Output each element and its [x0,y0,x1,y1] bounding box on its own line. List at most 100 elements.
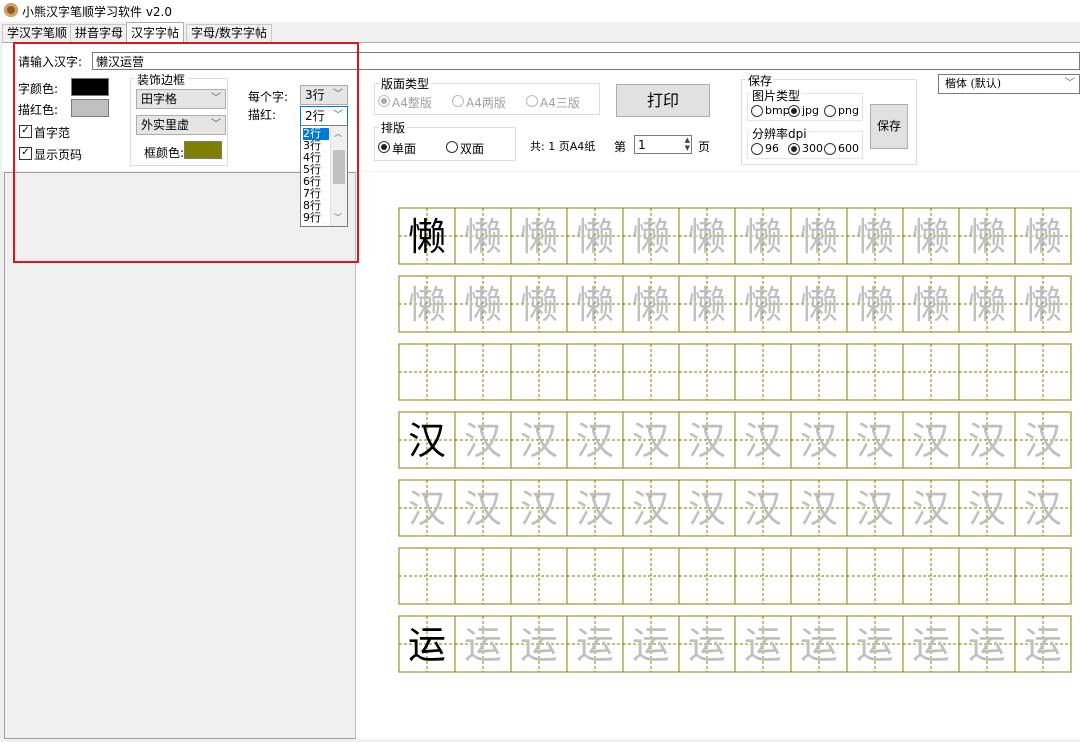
trace-character: 懒 [464,283,502,327]
layout-a4-two-label: A4两版 [466,96,506,110]
trace-character: 懒 [856,215,894,259]
chevron-down-icon: ﹀ [1065,78,1075,89]
trace-character: 懒 [632,215,670,259]
trace-character: 懒 [1024,283,1062,327]
app-bear-icon [4,3,18,17]
model-character: 懒 [408,215,446,259]
print-button[interactable]: 打印 [616,84,710,117]
trace-character: 运 [688,623,726,667]
image-type-png-radio[interactable] [824,105,836,117]
trace-character: 汉 [856,419,894,463]
image-type-jpg-radio[interactable] [788,105,800,117]
trace-character: 懒 [576,215,614,259]
trace-character: 懒 [744,283,782,327]
highlight-annotation [13,42,359,263]
trace-character: 懒 [520,283,558,327]
image-type-bmp-label: bmp [765,104,790,117]
layout-a4-three-radio[interactable] [526,95,538,107]
dpi-96-radio[interactable] [751,143,763,155]
trace-character: 懒 [912,215,950,259]
trace-character: 懒 [464,215,502,259]
trace-character: 懒 [408,283,446,327]
layout-a4-two-radio[interactable] [452,95,464,107]
trace-character: 汉 [408,487,446,531]
trace-character: 运 [576,623,614,667]
trace-character: 汉 [968,487,1006,531]
trace-character: 汉 [576,487,614,531]
trace-character: 懒 [632,283,670,327]
trace-character: 汉 [632,419,670,463]
trace-character: 懒 [688,283,726,327]
trace-character: 汉 [688,419,726,463]
model-character: 运 [408,623,446,667]
image-type-jpg-label: jpg [802,104,820,117]
trace-character: 汉 [800,419,838,463]
trace-character: 运 [856,623,894,667]
trace-character: 汉 [464,419,502,463]
image-type-title: 图片类型 [750,87,803,104]
worksheet-pane: 懒懒懒懒懒懒懒懒懒懒懒懒懒懒懒懒懒懒懒懒懒懒懒懒汉汉汉汉汉汉汉汉汉汉汉汉汉汉汉汉… [356,172,1080,739]
worksheet-grid: 懒懒懒懒懒懒懒懒懒懒懒懒懒懒懒懒懒懒懒懒懒懒懒懒汉汉汉汉汉汉汉汉汉汉汉汉汉汉汉汉… [398,207,1072,673]
layout-a4-three-label: A4三版 [540,96,580,110]
layout-a4-full-label: A4整版 [392,96,432,110]
trace-character: 懒 [1024,215,1062,259]
double-side-radio[interactable] [446,141,458,153]
trace-character: 汉 [520,419,558,463]
dpi-title: 分辨率dpi [750,125,809,142]
page-total: 共: 1 页A4纸 [530,140,596,153]
page-number-value: 1 [638,138,646,152]
font-select[interactable]: 楷体 (默认) ﹀ [938,74,1080,94]
trace-character: 汉 [856,487,894,531]
trace-character: 懒 [800,215,838,259]
trace-character: 懒 [856,283,894,327]
trace-character: 运 [1024,623,1062,667]
trace-character: 汉 [744,487,782,531]
trace-character: 汉 [1024,419,1062,463]
single-side-label: 单面 [392,142,417,156]
trace-character: 运 [912,623,950,667]
dpi-300-radio[interactable] [788,143,800,155]
trace-character: 懒 [744,215,782,259]
double-side-label: 双面 [460,142,485,156]
save-button[interactable]: 保存 [870,104,908,149]
imposition-title: 排版 [379,119,408,136]
layout-type-title: 版面类型 [379,75,432,92]
trace-character: 汉 [912,419,950,463]
trace-character: 运 [968,623,1006,667]
title-bar: 小熊汉字笔顺学习软件 v2.0 [0,0,1080,22]
trace-character: 汉 [464,487,502,531]
single-side-radio[interactable] [378,141,390,153]
page-prefix: 第 [614,140,627,154]
model-character: 汉 [408,419,446,463]
trace-character: 懒 [576,283,614,327]
trace-character: 懒 [520,215,558,259]
dpi-300-label: 300 [802,142,823,155]
page-suffix: 页 [698,140,711,154]
dpi-600-radio[interactable] [824,143,836,155]
trace-character: 懒 [800,283,838,327]
dpi-96-label: 96 [765,142,779,155]
image-type-png-label: png [838,104,859,117]
tab-hanzi-copybook[interactable]: 汉字字帖 [126,22,185,43]
trace-character: 汉 [968,419,1006,463]
trace-character: 懒 [688,215,726,259]
page-number-input[interactable]: 1 ▲ ▼ [634,135,692,154]
trace-character: 汉 [632,487,670,531]
layout-a4-full-radio[interactable] [378,95,390,107]
tab-pinyin[interactable]: 拼音字母 [70,24,129,42]
trace-character: 汉 [744,419,782,463]
trace-character: 汉 [576,419,614,463]
trace-character: 懒 [968,215,1006,259]
trace-character: 汉 [688,487,726,531]
spinner-arrows-icon[interactable]: ▲ ▼ [685,136,690,152]
trace-character: 运 [520,623,558,667]
image-type-bmp-radio[interactable] [751,105,763,117]
trace-character: 汉 [520,487,558,531]
trace-character: 运 [464,623,502,667]
dpi-600-label: 600 [838,142,859,155]
trace-character: 懒 [968,283,1006,327]
tab-stroke-order[interactable]: 学汉字笔顺 [2,24,73,42]
trace-character: 汉 [800,487,838,531]
tab-letter-copybook[interactable]: 字母/数字字帖 [186,24,273,42]
trace-character: 运 [632,623,670,667]
